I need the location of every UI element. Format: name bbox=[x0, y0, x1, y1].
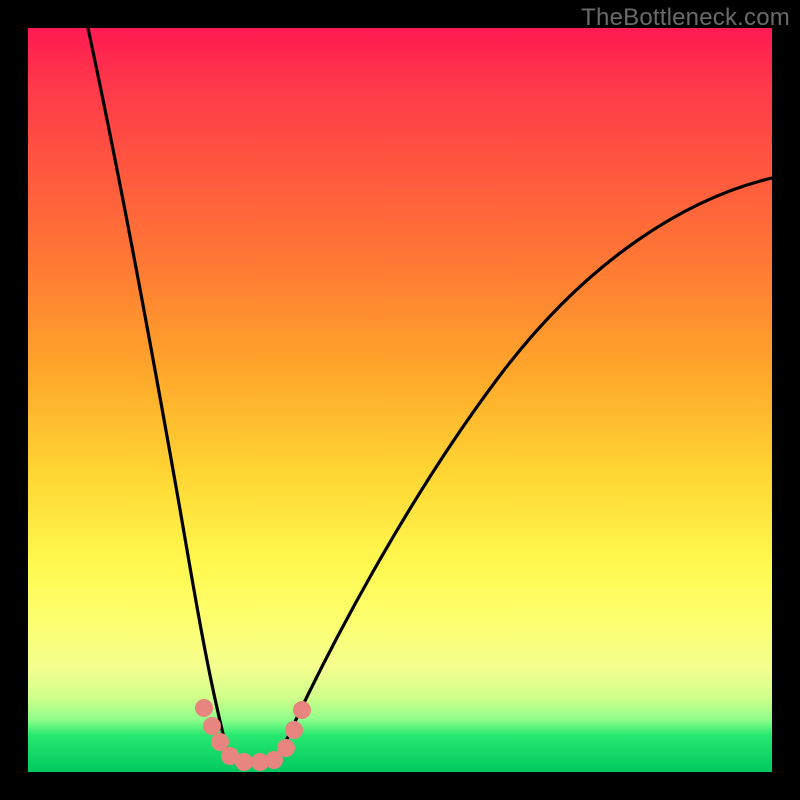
chart-frame: TheBottleneck.com bbox=[0, 0, 800, 800]
highlight-markers bbox=[195, 699, 311, 771]
curve-layer bbox=[28, 28, 772, 772]
plot-area bbox=[28, 28, 772, 772]
watermark-text: TheBottleneck.com bbox=[581, 4, 790, 32]
left-curve bbox=[88, 28, 228, 754]
right-curve bbox=[280, 178, 772, 754]
